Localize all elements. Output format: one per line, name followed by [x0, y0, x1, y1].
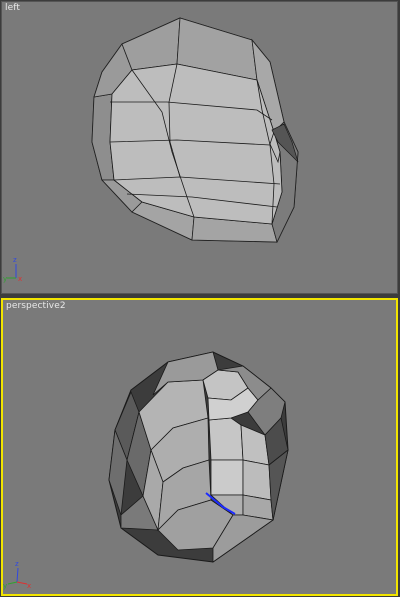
- svg-text:z: z: [13, 256, 17, 264]
- svg-text:y: y: [3, 275, 7, 283]
- svg-text:x: x: [18, 275, 22, 283]
- svg-text:y: y: [3, 582, 7, 590]
- mesh-object-left[interactable]: z y x: [2, 2, 397, 293]
- mesh-object-perspective[interactable]: z y x: [3, 300, 396, 594]
- viewport-perspective[interactable]: perspective2 z y x: [1, 298, 398, 596]
- axis-gizmo-icon: z y x: [3, 256, 22, 283]
- viewport-left[interactable]: left z y x: [1, 1, 398, 294]
- svg-text:x: x: [27, 582, 31, 590]
- svg-text:z: z: [15, 560, 19, 568]
- axis-gizmo-icon: z y x: [3, 560, 31, 590]
